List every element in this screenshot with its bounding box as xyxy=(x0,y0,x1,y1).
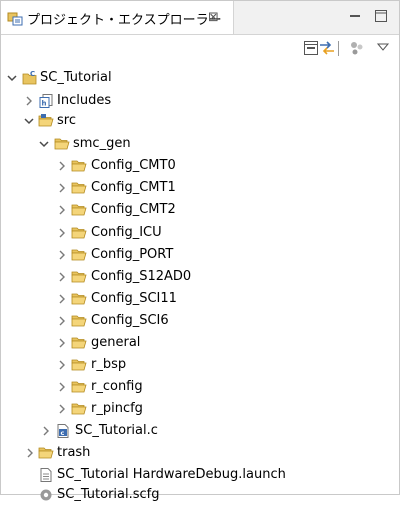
view-menu-icon[interactable] xyxy=(376,40,390,57)
link-with-editor-icon[interactable] xyxy=(318,40,336,59)
folder-open-icon xyxy=(71,291,87,307)
svg-text:c: c xyxy=(61,429,65,437)
project-icon: C xyxy=(22,70,37,85)
close-icon[interactable]: ⊠ xyxy=(208,10,219,25)
chevron-right-icon[interactable] xyxy=(57,359,67,371)
chevron-right-icon[interactable] xyxy=(25,447,35,459)
folder-open-icon xyxy=(71,401,87,417)
maximize-icon[interactable] xyxy=(374,9,388,26)
folder-open-icon xyxy=(71,269,87,285)
toolbar-separator xyxy=(338,41,339,56)
chevron-right-icon[interactable] xyxy=(57,337,67,349)
minimize-icon[interactable] xyxy=(348,9,362,26)
launch-file-icon xyxy=(40,468,52,482)
includes-icon: h xyxy=(39,94,53,108)
tab-project-explorer[interactable]: プロジェクト・エクスプローラー ⊠ xyxy=(1,1,234,34)
chevron-right-icon[interactable] xyxy=(24,95,34,107)
folder-open-icon xyxy=(54,136,70,152)
folder-open-icon xyxy=(71,225,87,241)
chevron-right-icon[interactable] xyxy=(57,293,67,305)
tab-title: プロジェクト・エクスプローラー xyxy=(27,13,222,28)
chevron-right-icon[interactable] xyxy=(57,403,67,415)
chevron-right-icon[interactable] xyxy=(57,381,67,393)
folder-open-icon xyxy=(71,202,87,218)
chevron-right-icon[interactable] xyxy=(57,315,67,327)
filter-icon[interactable] xyxy=(349,40,365,59)
folder-open-icon xyxy=(71,335,87,351)
folder-open-icon xyxy=(71,247,87,263)
view-tab-bar: プロジェクト・エクスプローラー ⊠ xyxy=(1,1,399,35)
chevron-right-icon[interactable] xyxy=(41,425,51,437)
collapse-all-icon[interactable] xyxy=(303,40,319,59)
chevron-down-icon[interactable] xyxy=(6,73,18,83)
folder-open-icon xyxy=(71,357,87,373)
folder-open-icon xyxy=(71,313,87,329)
chevron-right-icon[interactable] xyxy=(57,271,67,283)
svg-text:h: h xyxy=(42,100,47,108)
svg-text:C: C xyxy=(30,70,35,78)
folder-open-icon xyxy=(71,158,87,174)
project-explorer-icon xyxy=(7,10,23,29)
chevron-right-icon[interactable] xyxy=(57,227,67,239)
chevron-down-icon[interactable] xyxy=(38,139,50,149)
view-toolbar xyxy=(0,35,400,61)
chevron-down-icon[interactable] xyxy=(23,116,35,126)
c-file-icon: c xyxy=(57,424,69,438)
folder-open-icon xyxy=(71,379,87,395)
chevron-right-icon[interactable] xyxy=(57,204,67,216)
gear-icon xyxy=(40,489,52,501)
folder-open-icon xyxy=(71,180,87,196)
chevron-right-icon[interactable] xyxy=(57,160,67,172)
chevron-right-icon[interactable] xyxy=(57,182,67,194)
chevron-right-icon[interactable] xyxy=(57,249,67,261)
source-folder-icon xyxy=(38,114,54,127)
folder-open-icon xyxy=(38,445,54,461)
